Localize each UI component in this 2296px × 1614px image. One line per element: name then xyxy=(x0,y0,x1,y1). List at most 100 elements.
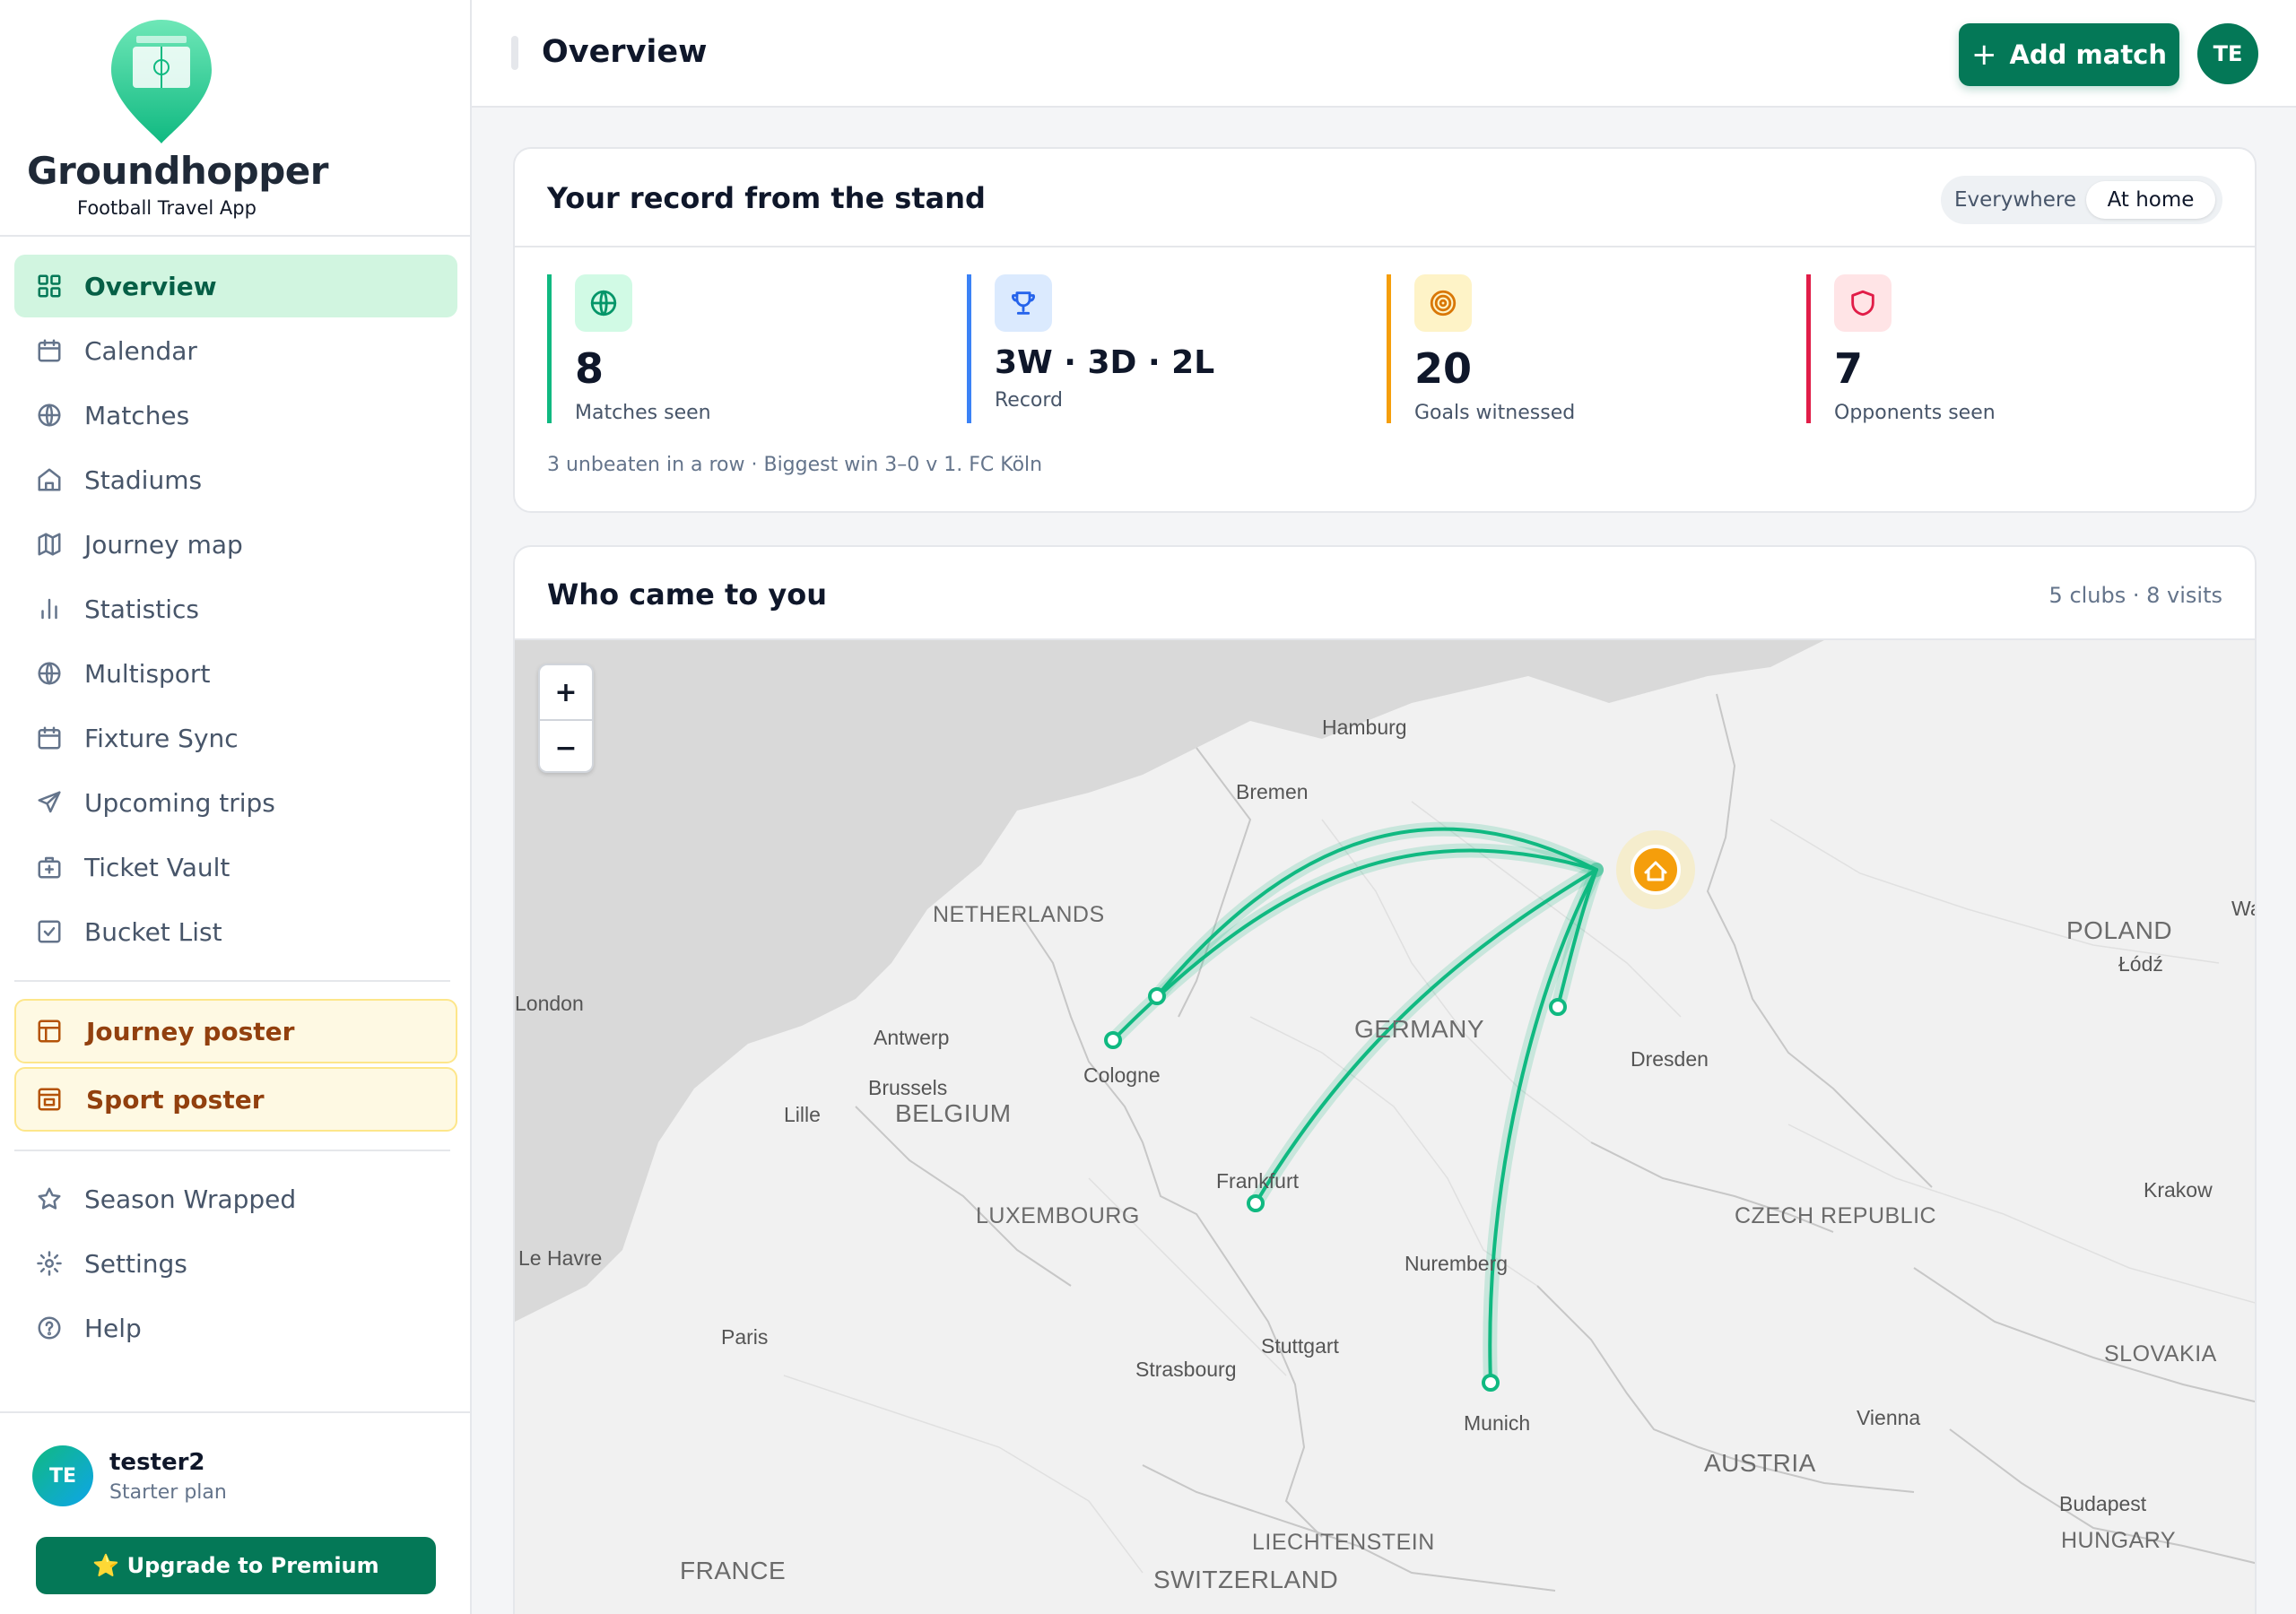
stat-label: Record xyxy=(995,389,1064,412)
target-icon xyxy=(1414,274,1472,332)
bar-chart-icon xyxy=(34,594,65,624)
map-label-bremen: Bremen xyxy=(1236,780,1309,803)
plus-icon: + xyxy=(1970,37,1997,73)
zoom-control: + − xyxy=(538,664,594,773)
sidebar-item-upcoming-trips[interactable]: Upcoming trips xyxy=(14,771,457,834)
sidebar-item-overview[interactable]: Overview xyxy=(14,255,457,317)
record-card: Your record from the stand Everywhere At… xyxy=(513,147,2257,513)
home-marker xyxy=(1616,830,1695,909)
sidebar-item-season-wrapped[interactable]: Season Wrapped xyxy=(14,1167,457,1230)
brand: Groundhopper Football Travel App xyxy=(0,0,470,237)
map-label-poland: POLAND xyxy=(2066,916,2173,944)
sidebar-item-matches[interactable]: Matches xyxy=(14,384,457,447)
main-nav: Overview Calendar Matches Stadiums Journ… xyxy=(14,255,457,965)
star-icon xyxy=(34,1184,65,1214)
record-note: 3 unbeaten in a row · Biggest win 3–0 v … xyxy=(547,454,1043,476)
map-label-slovakia: SLOVAKIA xyxy=(2104,1341,2217,1367)
sidebar-item-sport-poster[interactable]: Sport poster xyxy=(14,1067,457,1132)
map-label-stuttgart: Stuttgart xyxy=(1261,1334,1339,1358)
stat-matches-seen: 8 Matches seen xyxy=(547,274,942,424)
visitors-card: Who came to you 5 clubs · 8 visits + − H… xyxy=(513,545,2257,1614)
map-label-france: FRANCE xyxy=(680,1557,787,1584)
sidebar-item-bucket-list[interactable]: Bucket List xyxy=(14,900,457,963)
sidebar-item-multisport[interactable]: Multisport xyxy=(14,642,457,705)
stat-value: 7 xyxy=(1834,344,1864,393)
zoom-out-button[interactable]: − xyxy=(540,721,592,775)
ticket-icon xyxy=(34,852,65,882)
add-match-button[interactable]: + Add match xyxy=(1959,23,2179,86)
country-borders xyxy=(855,693,2255,1592)
sidebar-item-journey-poster[interactable]: Journey poster xyxy=(14,999,457,1063)
map-canvas xyxy=(515,640,2255,1592)
avatar[interactable]: TE xyxy=(32,1445,93,1506)
sidebar-item-label: Journey poster xyxy=(86,1016,295,1046)
sidebar-item-label: Bucket List xyxy=(84,916,222,947)
map-label-strasbourg: Strasbourg xyxy=(1135,1358,1237,1381)
map-label-krakow: Krakow xyxy=(2144,1178,2213,1202)
upgrade-button[interactable]: ⭐ Upgrade to Premium xyxy=(36,1537,436,1594)
trophy-icon xyxy=(995,274,1052,332)
origin-marker xyxy=(1549,998,1567,1016)
avatar[interactable]: TE xyxy=(2197,23,2258,84)
sidebar-item-label: Multisport xyxy=(84,658,211,689)
toggle-at-home[interactable]: At home xyxy=(2086,181,2215,219)
user-name: tester2 xyxy=(109,1449,205,1476)
add-match-label: Add match xyxy=(2009,39,2168,70)
help-icon xyxy=(34,1313,65,1343)
sidebar-item-calendar[interactable]: Calendar xyxy=(14,319,457,382)
brand-tagline: Football Travel App xyxy=(77,197,257,219)
sidebar-item-label: Fixture Sync xyxy=(84,723,239,753)
routes xyxy=(1106,821,1604,1390)
sidebar-divider xyxy=(14,1150,450,1151)
map-label-paris: Paris xyxy=(721,1325,769,1349)
map-label-dresden: Dresden xyxy=(1631,1047,1709,1071)
origin-marker xyxy=(1148,987,1166,1005)
stat-value: 3W · 3D · 2L xyxy=(995,344,1215,381)
calendar-icon xyxy=(34,335,65,366)
checklist-icon xyxy=(34,916,65,947)
user-plan: Starter plan xyxy=(109,1481,227,1504)
map-label-london: London xyxy=(515,992,584,1015)
journey-map[interactable]: + − Hamburg Bremen NETHERLANDS London An… xyxy=(515,638,2255,1614)
stat-goals: 20 Goals witnessed xyxy=(1387,274,1781,424)
origin-marker xyxy=(1104,1031,1122,1049)
map-icon xyxy=(34,529,65,560)
sidebar-item-statistics[interactable]: Statistics xyxy=(14,577,457,640)
sidebar-divider xyxy=(14,980,450,982)
map-label-luxembourg: LUXEMBOURG xyxy=(976,1203,1140,1228)
brand-name: Groundhopper xyxy=(27,149,329,193)
footer-nav: Season Wrapped Settings Help xyxy=(14,1167,457,1361)
sidebar-item-journey-map[interactable]: Journey map xyxy=(14,513,457,576)
sidebar-item-stadiums[interactable]: Stadiums xyxy=(14,448,457,511)
origin-marker xyxy=(1247,1194,1265,1212)
user-panel: TE tester2 Starter plan ⭐ Upgrade to Pre… xyxy=(0,1411,470,1614)
ball-icon xyxy=(34,400,65,430)
sidebar-item-label: Help xyxy=(84,1313,142,1343)
toggle-everywhere[interactable]: Everywhere xyxy=(1948,181,2083,219)
map-label-belgium: BELGIUM xyxy=(895,1099,1012,1127)
stat-label: Opponents seen xyxy=(1834,402,1996,424)
sidebar-item-label: Calendar xyxy=(84,335,197,366)
sidebar-item-label: Ticket Vault xyxy=(84,852,230,882)
sidebar-item-label: Sport poster xyxy=(86,1084,265,1115)
origin-marker xyxy=(1482,1374,1500,1392)
stat-opponents: 7 Opponents seen xyxy=(1806,274,2201,424)
map-label-hamburg: Hamburg xyxy=(1322,716,1407,739)
calendar-sync-icon xyxy=(34,723,65,753)
sidebar-item-settings[interactable]: Settings xyxy=(14,1232,457,1295)
map-label-cologne: Cologne xyxy=(1083,1063,1161,1087)
page-title: Overview xyxy=(542,34,708,70)
zoom-in-button[interactable]: + xyxy=(540,665,592,719)
grid-icon xyxy=(34,271,65,301)
poster-icon xyxy=(36,1016,66,1046)
sidebar-item-help[interactable]: Help xyxy=(14,1297,457,1359)
sidebar-item-fixture-sync[interactable]: Fixture Sync xyxy=(14,707,457,769)
shield-icon xyxy=(1834,274,1892,332)
stat-value: 8 xyxy=(575,344,604,393)
ball-icon xyxy=(575,274,632,332)
route-line xyxy=(1111,848,1598,1042)
sidebar-item-ticket-vault[interactable]: Ticket Vault xyxy=(14,836,457,898)
map-label-germany: GERMANY xyxy=(1354,1015,1485,1043)
map-label-hungary: HUNGARY xyxy=(2061,1528,2177,1553)
stat-value: 20 xyxy=(1414,344,1473,393)
